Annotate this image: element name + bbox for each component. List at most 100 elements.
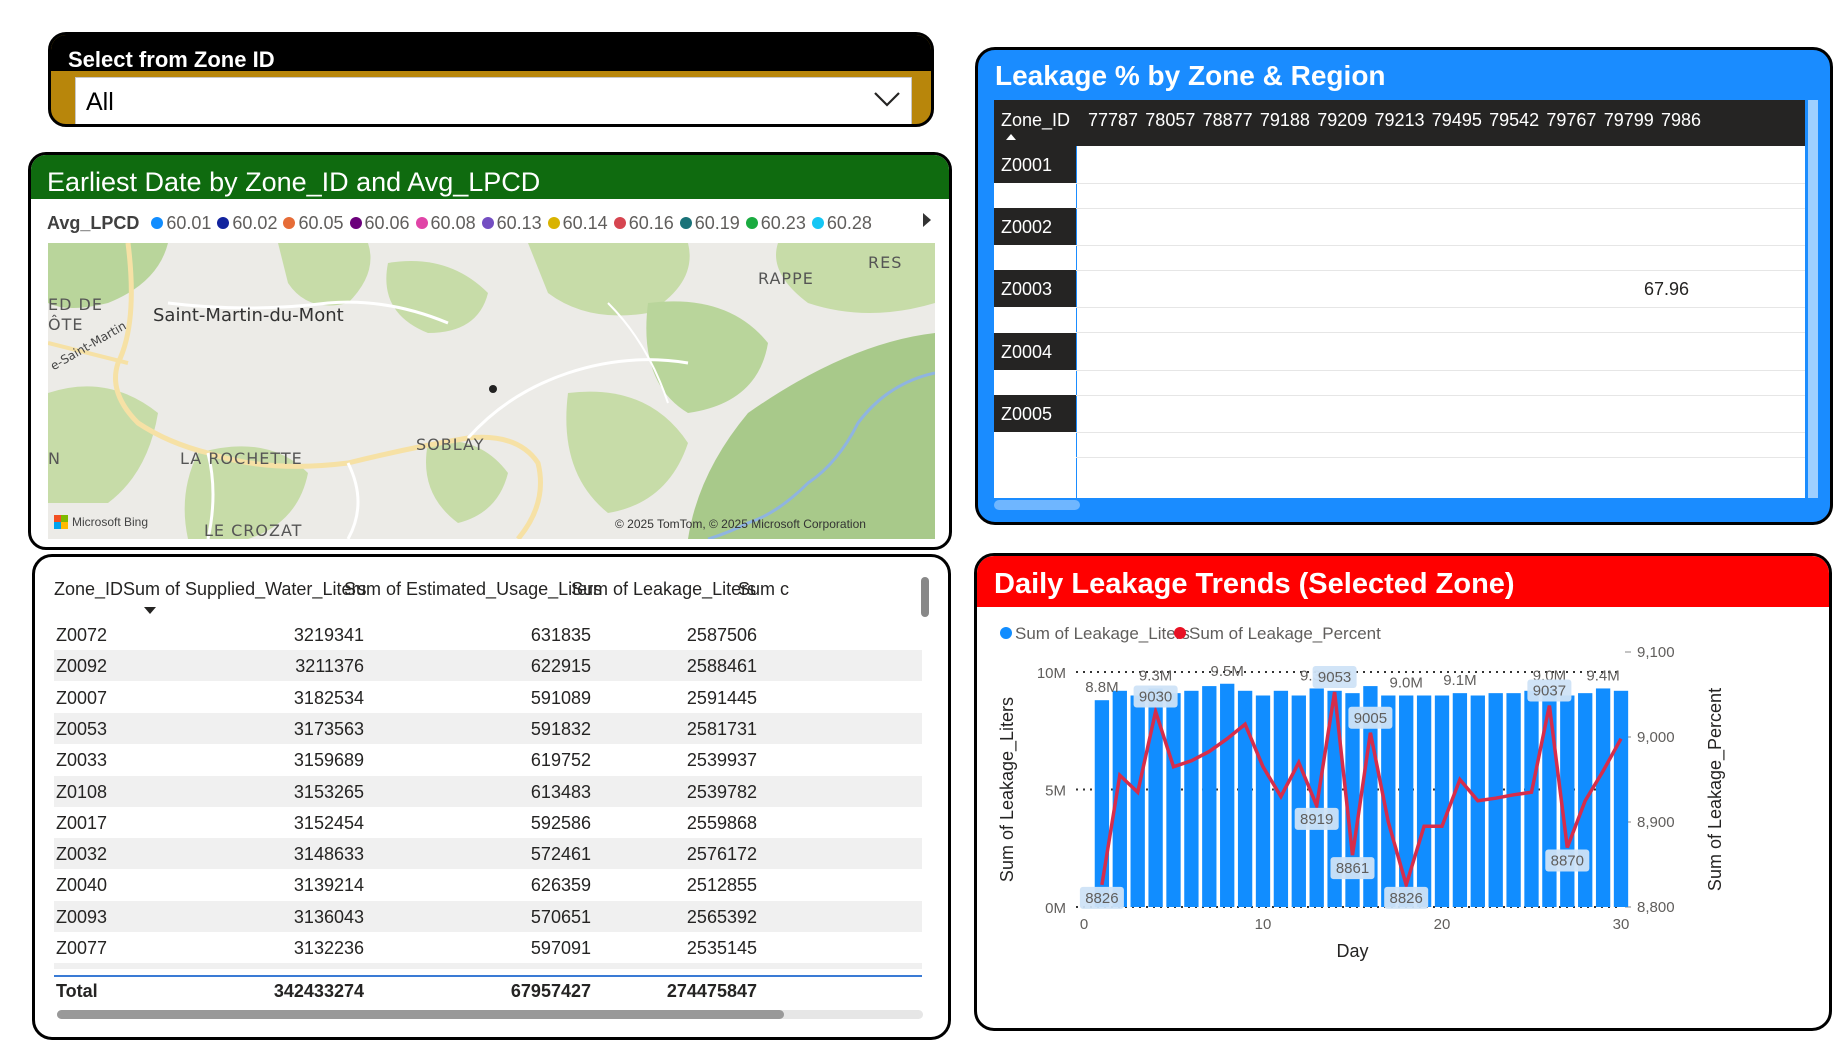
matrix-row-header[interactable]: Z0002 bbox=[994, 208, 1076, 246]
table-cell: 3152454 bbox=[293, 812, 364, 833]
table-horizontal-scrollbar[interactable] bbox=[57, 1010, 784, 1019]
matrix-value-cell[interactable]: 67.96 bbox=[1644, 279, 1689, 300]
table-cell: 3139214 bbox=[293, 875, 364, 896]
bar[interactable] bbox=[1130, 695, 1145, 908]
bar[interactable] bbox=[1184, 690, 1199, 907]
matrix-column-header-cell[interactable]: 78057 bbox=[1145, 110, 1195, 131]
table-row[interactable]: Z0072 3219341 631835 2587506 bbox=[54, 619, 922, 650]
bar[interactable] bbox=[1506, 693, 1521, 907]
place-label: LE CROZAT bbox=[204, 521, 303, 539]
bar[interactable] bbox=[1416, 695, 1432, 908]
matrix-column-header-cell[interactable]: 79767 bbox=[1546, 110, 1596, 131]
table-cell: 2539937 bbox=[686, 750, 757, 771]
matrix-column-header-cell[interactable]: 78877 bbox=[1203, 110, 1253, 131]
table-row[interactable]: Z0033 3159689 619752 2539937 bbox=[54, 744, 922, 775]
point-data-label: 8826 bbox=[1085, 890, 1118, 907]
matrix-column-header-cell[interactable]: 79213 bbox=[1375, 110, 1425, 131]
matrix-column-header-cell[interactable]: 77787 bbox=[1088, 110, 1138, 131]
zone-dropdown[interactable]: All bbox=[75, 77, 912, 124]
matrix-row-header[interactable]: Z0004 bbox=[994, 332, 1076, 370]
x-tick-label: 10 bbox=[1255, 916, 1272, 933]
bar[interactable] bbox=[1434, 695, 1450, 908]
legend-dot-icon bbox=[283, 217, 296, 229]
legend-item[interactable]: 60.01 bbox=[151, 213, 211, 234]
table-cell: 2588461 bbox=[686, 656, 757, 677]
sort-ascending-icon[interactable] bbox=[1006, 134, 1016, 140]
legend-item[interactable]: 60.23 bbox=[745, 213, 806, 234]
bar[interactable] bbox=[1524, 690, 1539, 907]
bar-data-label: 9.4M bbox=[1586, 667, 1619, 684]
table-cell: 592586 bbox=[530, 812, 591, 833]
table-row[interactable]: Z0053 3173563 591832 2581731 bbox=[54, 712, 922, 744]
legend-item[interactable]: 60.02 bbox=[217, 213, 277, 234]
matrix-row-header[interactable]: Z0003 bbox=[994, 270, 1076, 308]
y-tick-label: 0M bbox=[1045, 900, 1066, 917]
legend-item[interactable]: 60.05 bbox=[283, 213, 344, 234]
legend-item[interactable]: 60.14 bbox=[547, 213, 608, 234]
column-header-estimated-usage[interactable]: Sum of Estimated_Usage_Liters bbox=[344, 579, 602, 600]
legend-next-arrow-icon[interactable] bbox=[923, 213, 931, 227]
table-row[interactable]: Z0077 3132236 597091 2535145 bbox=[54, 932, 922, 963]
matrix-vertical-scrollbar[interactable] bbox=[1808, 100, 1818, 498]
matrix-grid: Zone_ID 77787 78057 78877 79188 79209 79213 79… bbox=[994, 100, 1805, 498]
bar[interactable] bbox=[1220, 683, 1235, 907]
bar[interactable] bbox=[1613, 690, 1629, 907]
table-row[interactable]: Z0092 3211376 622915 2588461 bbox=[54, 650, 922, 682]
column-header-truncated[interactable]: Sum c bbox=[738, 579, 789, 600]
bar[interactable] bbox=[1148, 688, 1163, 907]
matrix-visual: Leakage % by Zone & Region Zone_ID 77787… bbox=[975, 47, 1833, 525]
matrix-gridline bbox=[1076, 369, 1805, 371]
matrix-corner-header[interactable]: Zone_ID bbox=[1001, 110, 1070, 131]
matrix-column-header-cell[interactable]: 7986 bbox=[1661, 110, 1701, 131]
table-row[interactable]: Z000231321636274102504753 bbox=[54, 963, 922, 969]
table-row[interactable]: Z0007 3182534 591089 2591445 bbox=[54, 682, 922, 713]
chevron-down-icon[interactable] bbox=[873, 90, 901, 108]
bar[interactable] bbox=[1595, 688, 1611, 907]
matrix-row-header[interactable]: Z0001 bbox=[994, 146, 1076, 183]
total-label: Total bbox=[56, 981, 98, 1001]
matrix-column-header-cell[interactable]: 79188 bbox=[1260, 110, 1310, 131]
matrix-horizontal-scrollbar[interactable] bbox=[994, 500, 1080, 510]
map-data-point[interactable] bbox=[489, 385, 497, 393]
legend-item[interactable]: 60.08 bbox=[415, 213, 476, 234]
table-cell: 572461 bbox=[530, 844, 591, 865]
matrix-column-header-cell[interactable]: 79799 bbox=[1604, 110, 1654, 131]
sort-descending-icon[interactable] bbox=[144, 607, 156, 614]
column-header-supplied[interactable]: Sum of Supplied_Water_Liters bbox=[123, 579, 366, 600]
bar[interactable] bbox=[1291, 695, 1306, 908]
table-cell: 591089 bbox=[530, 687, 591, 708]
table-cell: 570651 bbox=[530, 906, 591, 927]
bar[interactable] bbox=[1166, 693, 1181, 907]
table-cell: 3159689 bbox=[293, 750, 364, 771]
bar[interactable] bbox=[1255, 695, 1271, 908]
legend-dot-icon bbox=[613, 217, 626, 229]
table-row[interactable]: Z0017 3152454 592586 2559868 bbox=[54, 807, 922, 838]
bar[interactable] bbox=[1399, 695, 1414, 908]
legend-label: 60.16 bbox=[628, 212, 674, 233]
legend-dot-icon bbox=[481, 217, 494, 229]
map-canvas[interactable]: RES RAPPE ED DE ÔTE Saint-Martin-du-Mont… bbox=[48, 243, 935, 539]
legend-item[interactable]: 60.13 bbox=[481, 213, 542, 234]
table-cell: 2539782 bbox=[686, 781, 757, 802]
bar[interactable] bbox=[1452, 693, 1468, 907]
matrix-column-header-cell[interactable]: 79209 bbox=[1317, 110, 1367, 131]
table-row[interactable]: Z0040 3139214 626359 2512855 bbox=[54, 869, 922, 900]
x-tick-label: 30 bbox=[1613, 916, 1630, 933]
table-cell: 597091 bbox=[530, 938, 591, 958]
legend-item[interactable]: 60.06 bbox=[349, 213, 410, 234]
table-row[interactable]: Z0093 3136043 570651 2565392 bbox=[54, 900, 922, 932]
table-cell: 619752 bbox=[530, 750, 591, 771]
table-cell: 3173563 bbox=[293, 718, 364, 739]
legend-item[interactable]: 60.28 bbox=[811, 213, 872, 234]
column-header-zone-id[interactable]: Zone_ID bbox=[54, 579, 123, 600]
table-vertical-scrollbar[interactable] bbox=[921, 577, 929, 617]
matrix-column-header-cell[interactable]: 79495 bbox=[1432, 110, 1482, 131]
matrix-column-header-cell[interactable]: 79542 bbox=[1489, 110, 1539, 131]
legend-item[interactable]: 60.19 bbox=[679, 213, 740, 234]
bar[interactable] bbox=[1202, 686, 1217, 907]
table-row[interactable]: Z0108 3153265 613483 2539782 bbox=[54, 775, 922, 807]
legend-item[interactable]: 60.16 bbox=[613, 212, 674, 234]
column-header-leakage[interactable]: Sum of Leakage_Liters bbox=[571, 579, 756, 600]
matrix-row-header[interactable]: Z0005 bbox=[994, 394, 1076, 432]
table-row[interactable]: Z0032 3148633 572461 2576172 bbox=[54, 838, 922, 870]
